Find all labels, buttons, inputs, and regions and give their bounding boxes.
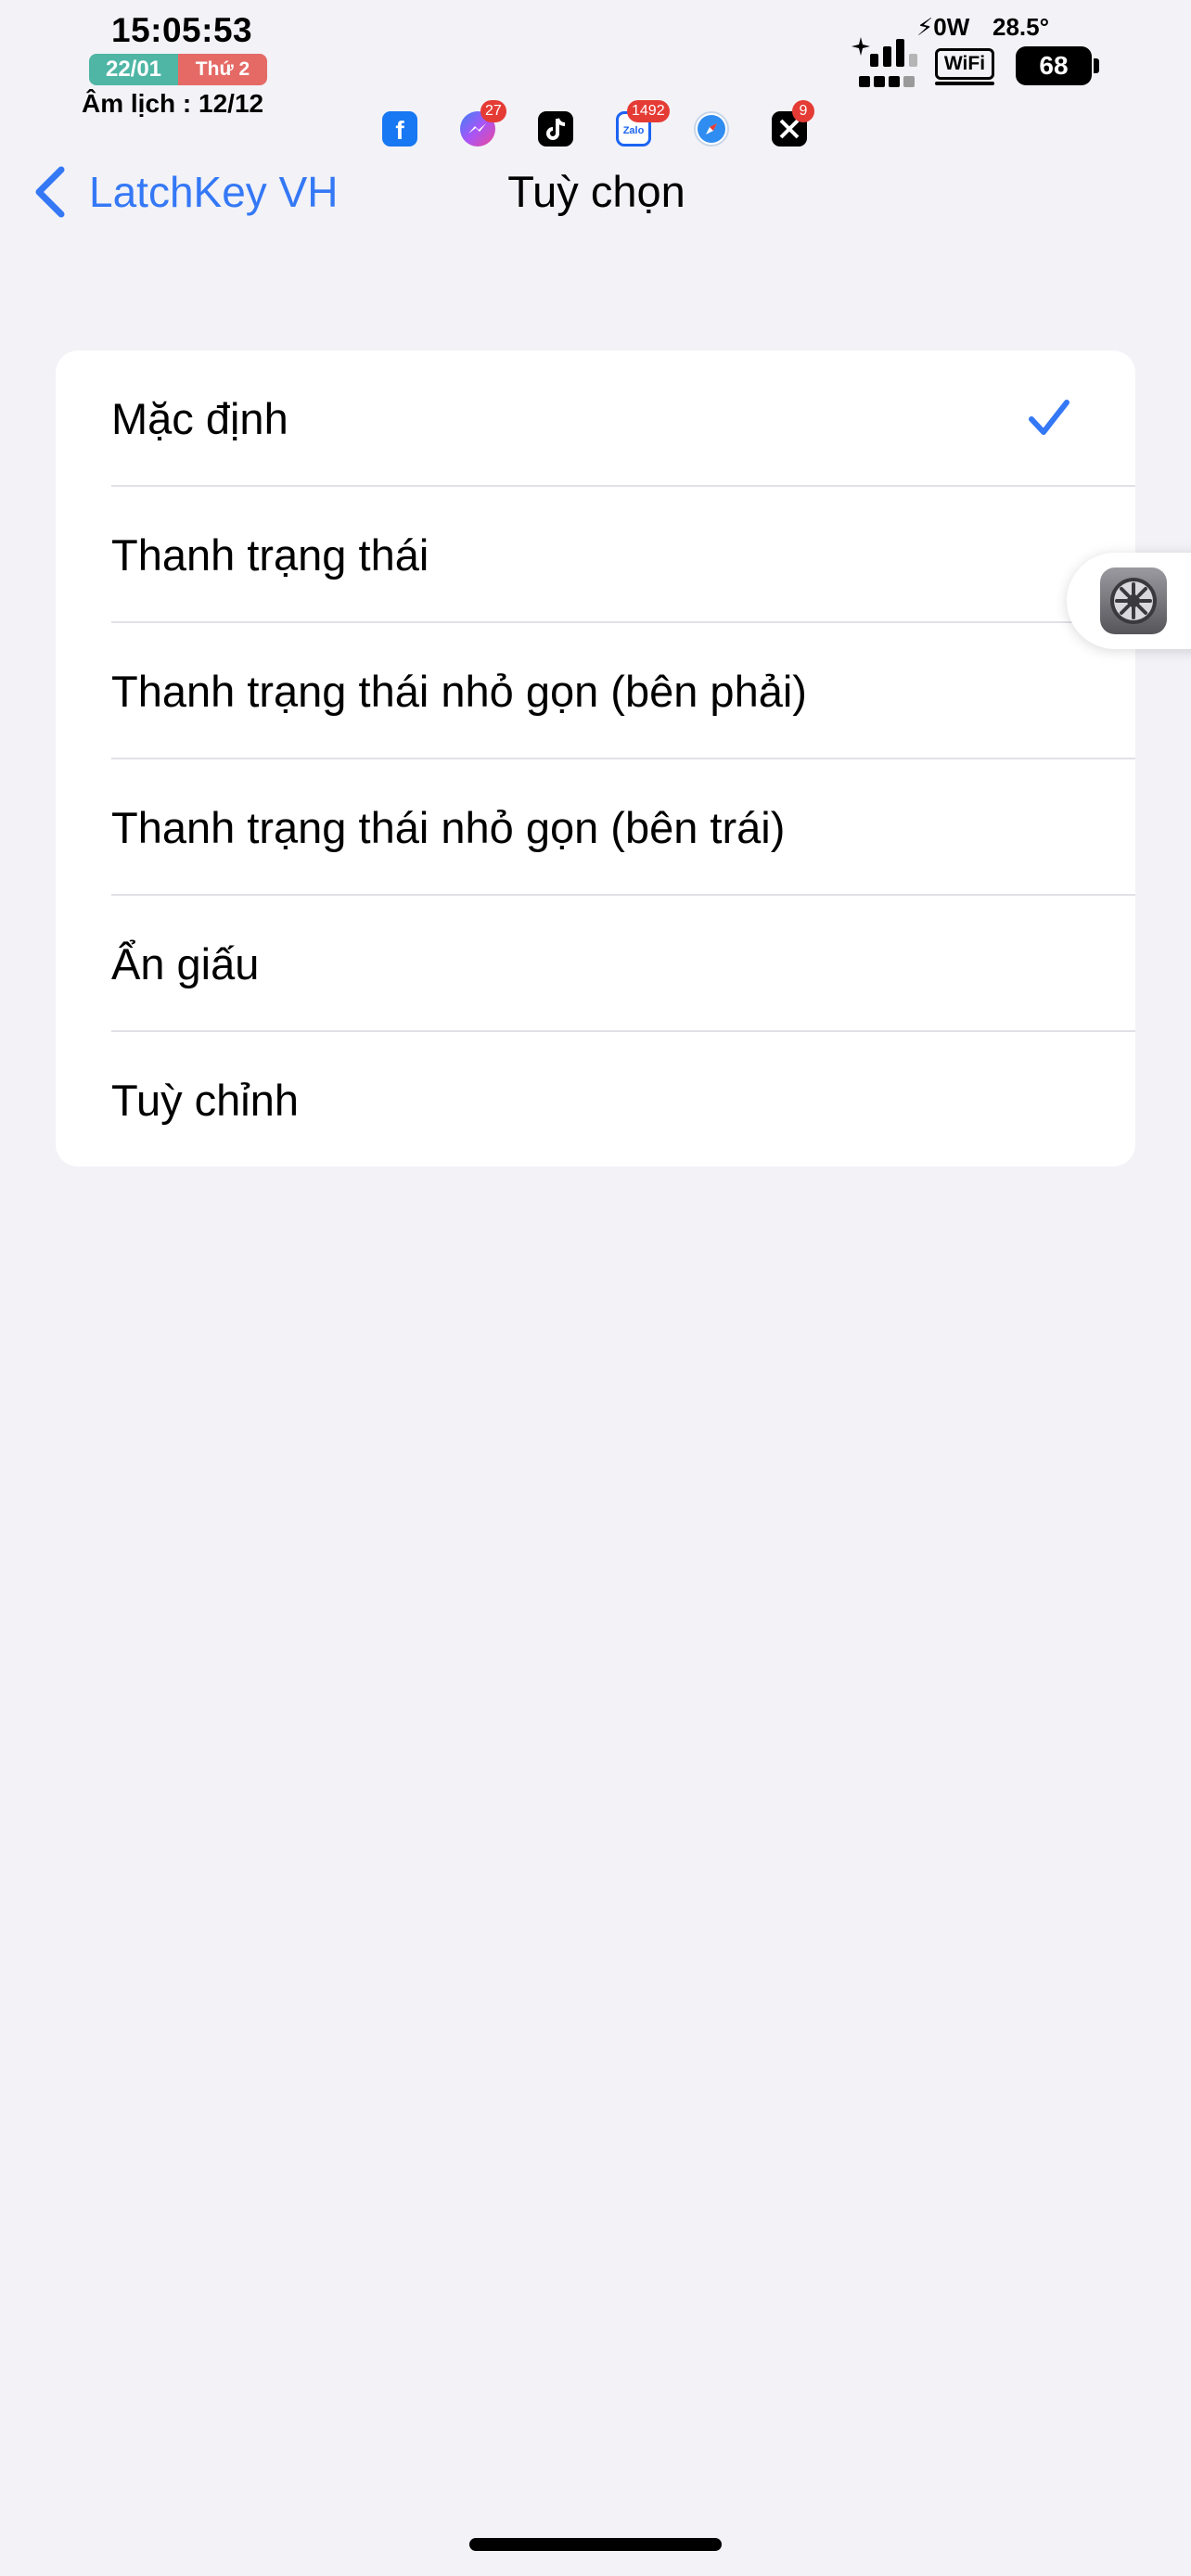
battery-cap xyxy=(1094,58,1099,73)
option-row-status-bar[interactable]: Thanh trạng thái xyxy=(56,487,1135,623)
option-label: Thanh trạng thái xyxy=(111,530,429,580)
option-row-custom[interactable]: Tuỳ chỉnh xyxy=(56,1032,1135,1167)
option-label: Tuỳ chỉnh xyxy=(111,1076,300,1125)
facebook-icon: f xyxy=(382,111,417,147)
zalo-badge: 1492 xyxy=(627,100,670,122)
wifi-indicator: WiFi xyxy=(935,48,994,80)
weekday-badge: Thứ 2 xyxy=(178,54,267,85)
date-badge: 22/01 xyxy=(89,54,178,85)
home-indicator[interactable] xyxy=(469,2538,722,2551)
power-readout: ⚡0W xyxy=(916,13,970,41)
battery-level: 68 xyxy=(1016,46,1092,85)
settings-gear-icon[interactable] xyxy=(1100,567,1167,634)
wifi-underline xyxy=(935,82,994,85)
option-row-compact-left[interactable]: Thanh trạng thái nhỏ gọn (bên trái) xyxy=(56,759,1135,896)
options-list: Mặc định Thanh trạng thái Thanh trạng th… xyxy=(56,351,1135,1167)
status-bar: 15:05:53 22/01 Thứ 2 Âm lịch : 12/12 f 2… xyxy=(0,0,1191,158)
checkmark-icon xyxy=(1029,400,1069,435)
option-label: Thanh trạng thái nhỏ gọn (bên phải) xyxy=(111,667,807,716)
notification-app-icons: f 27 Zalo 1492 9 xyxy=(378,100,824,152)
option-row-hidden[interactable]: Ẩn giấu xyxy=(56,896,1135,1032)
option-label: Thanh trạng thái nhỏ gọn (bên trái) xyxy=(111,803,786,852)
svg-text:f: f xyxy=(395,116,404,145)
option-row-default[interactable]: Mặc định xyxy=(56,351,1135,487)
clock-time: 15:05:53 xyxy=(111,11,253,49)
lunar-date: Âm lịch : 12/12 xyxy=(82,89,264,118)
x-badge: 9 xyxy=(792,100,814,122)
page-title: Tuỳ chọn xyxy=(507,167,685,216)
messenger-badge: 27 xyxy=(480,100,506,122)
tiktok-icon xyxy=(538,111,573,147)
option-label: Mặc định xyxy=(111,394,288,443)
cellular-signal-icon xyxy=(850,28,924,93)
option-row-compact-right[interactable]: Thanh trạng thái nhỏ gọn (bên phải) xyxy=(56,623,1135,759)
safari-icon xyxy=(694,111,729,147)
svg-text:Zalo: Zalo xyxy=(623,125,645,136)
option-label: Ẩn giấu xyxy=(111,939,260,988)
temperature-readout: 28.5° xyxy=(992,13,1050,41)
